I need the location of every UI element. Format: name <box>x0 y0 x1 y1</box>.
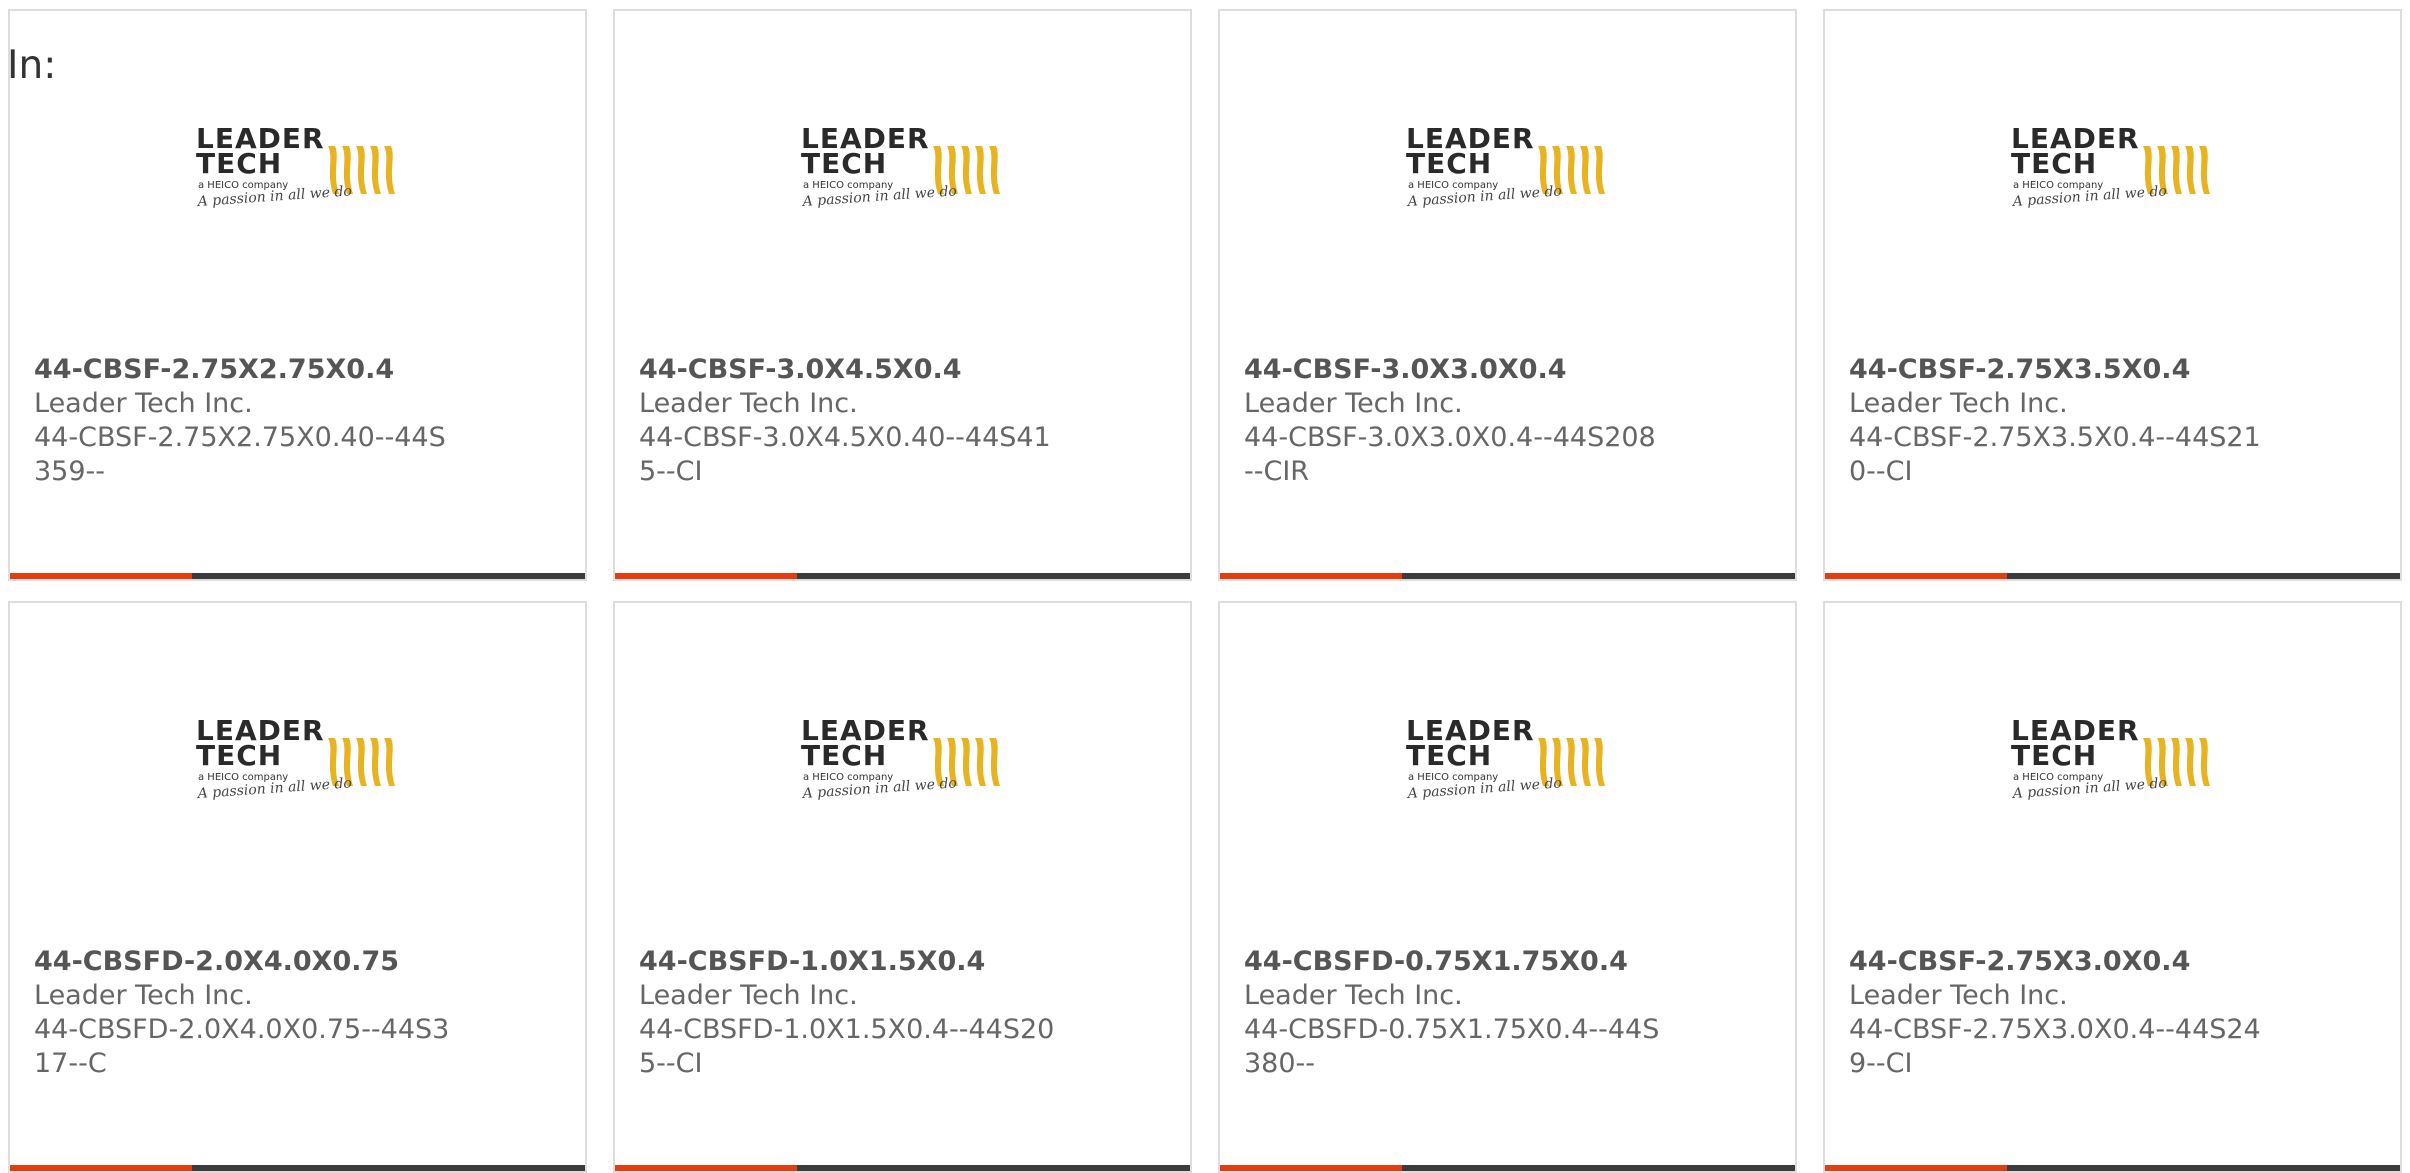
leader-tech-logo-graphic: LEADERTECHa HEICO companyA passion in al… <box>196 124 395 210</box>
product-info: 44-CBSF-3.0X4.5X0.4 Leader Tech Inc. 44-… <box>639 353 1059 489</box>
product-part-number[interactable]: 44-CBSF-2.75X3.5X0.4 <box>1849 353 2269 387</box>
logo-line2: TECH <box>1406 739 1492 772</box>
card-progress-bar <box>1825 573 2400 579</box>
product-manufacturer: Leader Tech Inc. <box>1244 980 1463 1011</box>
card-bar-accent <box>10 1165 192 1171</box>
leader-tech-logo: LEADER TECH a HEICO company A passion in al… <box>801 124 1009 222</box>
leader-tech-logo: LEADER TECH a HEICO company A passion in al… <box>196 716 404 814</box>
card-bar-accent <box>615 573 797 579</box>
product-description: 44-CBSF-2.75X3.5X0.4--44S210--CI <box>1849 422 2261 487</box>
logo-line2: TECH <box>2011 147 2097 180</box>
card-progress-bar <box>1825 1165 2400 1171</box>
leader-tech-logo: LEADER TECH a HEICO company A passion in al… <box>2011 716 2219 814</box>
product-info: 44-CBSF-2.75X3.5X0.4 Leader Tech Inc. 44… <box>1849 353 2269 489</box>
logo-line2: TECH <box>1406 147 1492 180</box>
product-part-number[interactable]: 44-CBSF-2.75X3.0X0.4 <box>1849 945 2269 979</box>
card-bar-accent <box>1825 1165 2007 1171</box>
product-info: 44-CBSFD-0.75X1.75X0.4 Leader Tech Inc. … <box>1244 945 1664 1081</box>
logo-line2: TECH <box>2011 739 2097 772</box>
logo-line2: TECH <box>801 739 887 772</box>
product-description: 44-CBSFD-2.0X4.0X0.75--44S317--C <box>34 1014 450 1079</box>
product-part-number[interactable]: 44-CBSFD-2.0X4.0X0.75 <box>34 945 454 979</box>
leader-tech-logo-graphic: LEADERTECHa HEICO companyA passion in al… <box>801 124 1000 210</box>
leader-tech-logo-graphic: LEADERTECHa HEICO companyA passion in al… <box>2011 716 2210 802</box>
product-info: 44-CBSF-2.75X2.75X0.4 Leader Tech Inc. 4… <box>34 353 454 489</box>
leader-tech-logo: LEADER TECH a HEICO company A passion in al… <box>1406 716 1614 814</box>
product-part-number[interactable]: 44-CBSFD-0.75X1.75X0.4 <box>1244 945 1664 979</box>
product-card[interactable]: LEADER TECH a HEICO company A passion in al… <box>1218 9 1797 581</box>
product-manufacturer: Leader Tech Inc. <box>1244 388 1463 419</box>
product-description: 44-CBSF-3.0X3.0X0.4--44S208--CIR <box>1244 422 1656 487</box>
card-progress-bar <box>615 573 1190 579</box>
product-grid: LEADER TECH a HEICO company A passion in al… <box>8 9 2402 1173</box>
product-manufacturer: Leader Tech Inc. <box>1849 980 2068 1011</box>
product-card[interactable]: LEADER TECH a HEICO company A passion in al… <box>1823 9 2402 581</box>
leader-tech-logo-graphic: LEADERTECHa HEICO companyA passion in al… <box>1406 716 1605 802</box>
card-bar-accent <box>1220 573 1402 579</box>
leader-tech-logo: LEADER TECH a HEICO company A passion in al… <box>801 716 1009 814</box>
leader-tech-logo-graphic: LEADERTECHa HEICO companyA passion in al… <box>2011 124 2210 210</box>
product-manufacturer: Leader Tech Inc. <box>639 980 858 1011</box>
leader-tech-logo: LEADER TECH a HEICO company A passion in al… <box>1406 124 1614 222</box>
product-manufacturer: Leader Tech Inc. <box>34 980 253 1011</box>
product-results-page: In: LEADER TECH a HEICO company A passion i… <box>0 0 2410 1173</box>
product-description: 44-CBSF-3.0X4.5X0.40--44S415--CI <box>639 422 1051 487</box>
product-manufacturer: Leader Tech Inc. <box>639 388 858 419</box>
product-info: 44-CBSFD-1.0X1.5X0.4 Leader Tech Inc. 44… <box>639 945 1059 1081</box>
product-info: 44-CBSF-2.75X3.0X0.4 Leader Tech Inc. 44… <box>1849 945 2269 1081</box>
product-card[interactable]: LEADER TECH a HEICO company A passion in al… <box>613 9 1192 581</box>
product-card[interactable]: LEADER TECH a HEICO company A passion in al… <box>613 601 1192 1173</box>
in-label: In: <box>7 43 57 88</box>
product-card[interactable]: LEADER TECH a HEICO company A passion in al… <box>1823 601 2402 1173</box>
product-manufacturer: Leader Tech Inc. <box>1849 388 2068 419</box>
card-progress-bar <box>615 1165 1190 1171</box>
product-description: 44-CBSF-2.75X3.0X0.4--44S249--CI <box>1849 1014 2261 1079</box>
leader-tech-logo: LEADER TECH a HEICO company A passion in al… <box>196 124 404 222</box>
card-progress-bar <box>10 1165 585 1171</box>
product-card[interactable]: LEADER TECH a HEICO company A passion in al… <box>8 9 587 581</box>
product-part-number[interactable]: 44-CBSF-3.0X3.0X0.4 <box>1244 353 1664 387</box>
card-bar-accent <box>1220 1165 1402 1171</box>
product-part-number[interactable]: 44-CBSFD-1.0X1.5X0.4 <box>639 945 1059 979</box>
card-bar-accent <box>615 1165 797 1171</box>
product-part-number[interactable]: 44-CBSF-3.0X4.5X0.4 <box>639 353 1059 387</box>
product-manufacturer: Leader Tech Inc. <box>34 388 253 419</box>
card-progress-bar <box>10 573 585 579</box>
product-description: 44-CBSFD-0.75X1.75X0.4--44S380-- <box>1244 1014 1660 1079</box>
product-info: 44-CBSFD-2.0X4.0X0.75 Leader Tech Inc. 4… <box>34 945 454 1081</box>
leader-tech-logo-graphic: LEADERTECHa HEICO companyA passion in al… <box>196 716 395 802</box>
leader-tech-logo: LEADER TECH a HEICO company A passion in al… <box>2011 124 2219 222</box>
leader-tech-logo-graphic: LEADERTECHa HEICO companyA passion in al… <box>1406 124 1605 210</box>
product-card[interactable]: LEADER TECH a HEICO company A passion in al… <box>8 601 587 1173</box>
product-description: 44-CBSF-2.75X2.75X0.40--44S359-- <box>34 422 446 487</box>
product-part-number[interactable]: 44-CBSF-2.75X2.75X0.4 <box>34 353 454 387</box>
leader-tech-logo-graphic: LEADERTECHa HEICO companyA passion in al… <box>801 716 1000 802</box>
product-info: 44-CBSF-3.0X3.0X0.4 Leader Tech Inc. 44-… <box>1244 353 1664 489</box>
product-card[interactable]: LEADER TECH a HEICO company A passion in al… <box>1218 601 1797 1173</box>
card-progress-bar <box>1220 1165 1795 1171</box>
card-progress-bar <box>1220 573 1795 579</box>
logo-line2: TECH <box>196 739 282 772</box>
product-description: 44-CBSFD-1.0X1.5X0.4--44S205--CI <box>639 1014 1055 1079</box>
logo-line2: TECH <box>196 147 282 180</box>
logo-line2: TECH <box>801 147 887 180</box>
card-bar-accent <box>10 573 192 579</box>
card-bar-accent <box>1825 573 2007 579</box>
